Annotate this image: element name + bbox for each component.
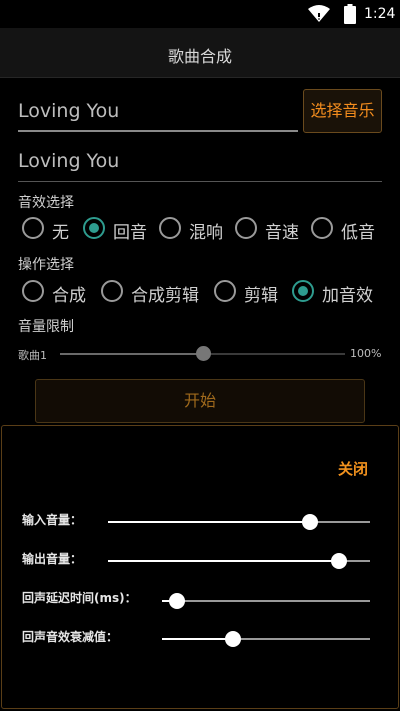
echo-delay-slider[interactable]: [162, 593, 370, 609]
volume-limit-slider[interactable]: [60, 346, 345, 361]
song-input-2[interactable]: Loving You: [18, 146, 382, 182]
echo-decay-slider[interactable]: [162, 631, 370, 647]
slider-thumb[interactable]: [301, 514, 318, 530]
radio-label: 混响: [189, 223, 223, 243]
slider-fill: [108, 560, 339, 562]
volume-track-label: 歌曲1: [18, 349, 47, 362]
slider-thumb[interactable]: [168, 593, 185, 609]
volume-slider-thumb[interactable]: [195, 346, 211, 361]
select-music-button[interactable]: 选择音乐: [303, 89, 382, 133]
effect-section-label: 音效选择: [18, 195, 74, 211]
radio-circle: [214, 280, 236, 302]
input-volume-slider[interactable]: [108, 514, 370, 530]
radio-circle: [22, 217, 44, 239]
close-button[interactable]: 关闭: [338, 458, 368, 479]
echo-delay-label: 回声延迟时间(ms)：: [22, 591, 137, 605]
radio-label: 无: [52, 223, 69, 243]
radio-label: 合成: [52, 286, 86, 306]
radio-circle: [235, 217, 257, 239]
page-title: 歌曲合成: [167, 47, 232, 66]
slider-fill: [108, 521, 310, 523]
volume-slider-fill: [60, 353, 203, 355]
battery-icon: [344, 4, 356, 24]
slider-thumb[interactable]: [330, 553, 347, 569]
radio-label: 加音效: [322, 286, 373, 306]
echo-decay-label: 回声音效衰减值：: [22, 630, 119, 644]
radio-label: 音速: [265, 223, 299, 243]
status-time: 1:24: [364, 6, 396, 22]
volume-limit-label: 音量限制: [18, 319, 74, 335]
radio-circle: [159, 217, 181, 239]
radio-circle: [22, 280, 44, 302]
radio-label: 回音: [113, 223, 147, 243]
input-volume-label: 输入音量：: [22, 513, 83, 527]
status-bar: 1:24: [0, 0, 400, 28]
output-volume-label: 输出音量：: [22, 552, 83, 566]
radio-label: 剪辑: [244, 286, 278, 306]
slider-thumb[interactable]: [224, 631, 241, 647]
radio-circle: [311, 217, 333, 239]
song-input-1[interactable]: Loving You: [18, 96, 298, 132]
radio-label: 低音: [341, 223, 375, 243]
radio-circle: [83, 217, 105, 239]
volume-percent: 100%: [350, 347, 382, 360]
output-volume-slider[interactable]: [108, 553, 370, 569]
radio-label: 合成剪辑: [131, 286, 199, 306]
slider-fill: [162, 638, 233, 640]
radio-circle: [292, 280, 314, 302]
app-title-bar: 歌曲合成: [0, 28, 400, 78]
wifi-icon: [308, 5, 330, 22]
radio-circle: [101, 280, 123, 302]
operation-section-label: 操作选择: [18, 257, 74, 273]
start-button[interactable]: 开始: [35, 379, 365, 423]
